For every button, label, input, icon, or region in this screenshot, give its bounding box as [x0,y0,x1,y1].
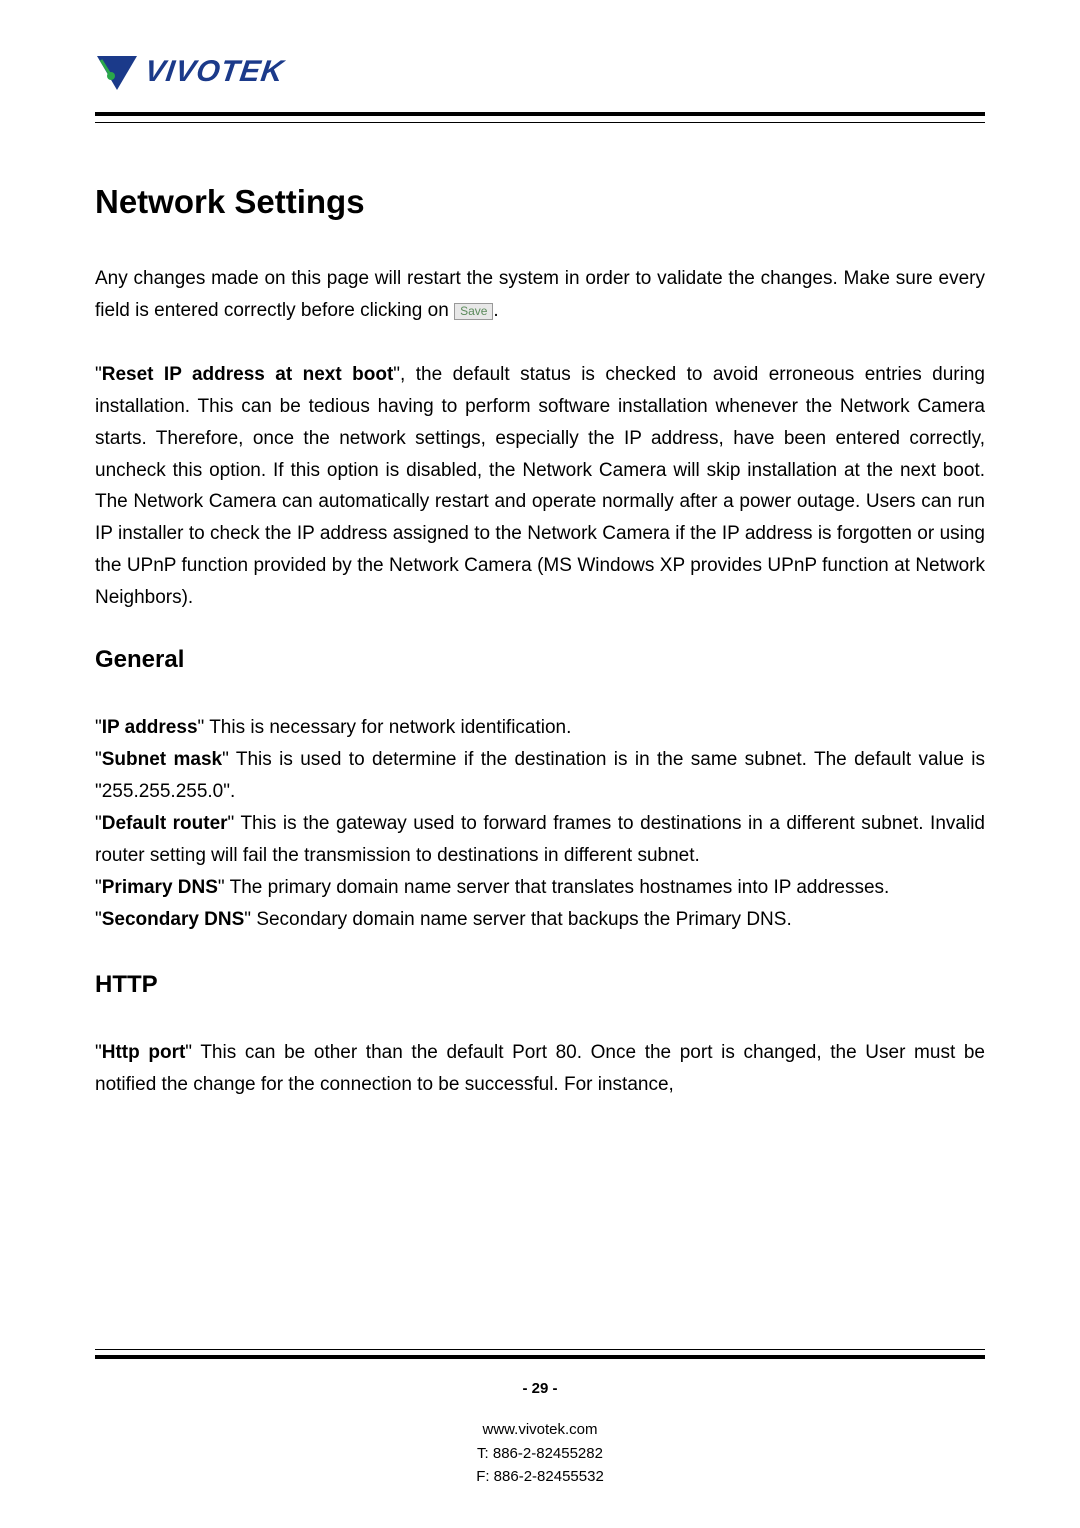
http-definitions: "Http port" This can be other than the d… [95,1037,985,1101]
list-item: "Primary DNS" The primary domain name se… [95,872,985,904]
footer-url: www.vivotek.com [0,1418,1080,1441]
page-title: Network Settings [95,183,985,221]
footer-fax: F: 886-2-82455532 [0,1465,1080,1488]
intro-paragraph: Any changes made on this page will resta… [95,263,985,327]
footer-rule-thick [95,1355,985,1359]
desc-http-port: " This can be other than the default Por… [95,1042,985,1095]
logo-text: VIVOTEK [143,55,286,89]
document-page: VIVOTEK Network Settings Any changes mad… [0,0,1080,1101]
reset-lead-quote: " [95,364,102,385]
header-rule-thin [95,122,985,123]
term-secondary-dns: Secondary DNS [102,909,245,930]
desc-default-router: " This is the gateway used to forward fr… [95,813,985,866]
save-button[interactable]: Save [454,303,493,320]
footer-tel: T: 886-2-82455282 [0,1442,1080,1465]
desc-secondary-dns: " Secondary domain name server that back… [244,909,791,930]
page-footer: - 29 - www.vivotek.com T: 886-2-82455282… [0,1343,1080,1488]
general-definitions: "IP address" This is necessary for netwo… [95,712,985,935]
reset-paragraph: "Reset IP address at next boot", the def… [95,359,985,614]
term-default-router: Default router [102,813,228,834]
term-ip-address: IP address [102,717,198,738]
list-item: "IP address" This is necessary for netwo… [95,712,985,744]
header-rule-thick [95,112,985,116]
list-item: "Secondary DNS" Secondary domain name se… [95,904,985,936]
desc-subnet-mask: " This is used to determine if the desti… [95,749,985,802]
reset-lead-bold: Reset IP address at next boot [102,364,394,385]
http-heading: HTTP [95,971,985,999]
intro-post: . [493,300,498,321]
term-primary-dns: Primary DNS [102,877,218,898]
reset-rest: ", the default status is checked to avoi… [95,364,985,608]
general-heading: General [95,646,985,674]
term-subnet-mask: Subnet mask [102,749,222,770]
list-item: "Subnet mask" This is used to determine … [95,744,985,808]
desc-primary-dns: " The primary domain name server that tr… [218,877,889,898]
intro-pre: Any changes made on this page will resta… [95,268,985,321]
term-http-port: Http port [102,1042,186,1063]
vivotek-logo-icon [95,50,139,94]
list-item: "Default router" This is the gateway use… [95,808,985,872]
footer-rule-thin [95,1349,985,1350]
logo: VIVOTEK [95,50,985,94]
list-item: "Http port" This can be other than the d… [95,1037,985,1101]
page-number: - 29 - [0,1377,1080,1400]
desc-ip-address: " This is necessary for network identifi… [198,717,572,738]
